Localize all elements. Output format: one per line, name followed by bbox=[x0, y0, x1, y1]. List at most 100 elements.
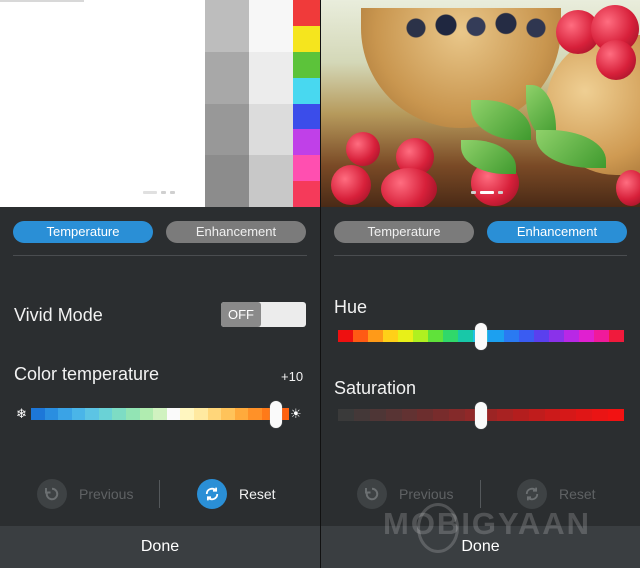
color-temperature-slider[interactable] bbox=[31, 408, 289, 420]
temperature-segment bbox=[234, 408, 249, 420]
berries-preview-image bbox=[321, 0, 640, 207]
reset-button[interactable]: Reset bbox=[197, 478, 276, 510]
hue-segment bbox=[503, 330, 519, 342]
saturation-segment bbox=[496, 409, 513, 421]
hue-segment bbox=[353, 330, 369, 342]
light-swatch bbox=[249, 155, 293, 207]
raspberry-image-part bbox=[616, 170, 640, 206]
vivid-mode-toggle[interactable]: OFF bbox=[221, 302, 306, 327]
page-indicator bbox=[143, 191, 175, 194]
hue-segment bbox=[428, 330, 444, 342]
action-separator bbox=[159, 480, 160, 508]
blueberries-image-part bbox=[401, 10, 551, 40]
color-temperature-label: Color temperature bbox=[14, 364, 160, 384]
saturation-segment bbox=[401, 409, 418, 421]
hue-segment bbox=[443, 330, 459, 342]
color-preview-chart bbox=[0, 0, 320, 207]
raspberry-image-part bbox=[346, 132, 380, 166]
color-swatch-column bbox=[293, 0, 320, 207]
page-dot bbox=[471, 191, 476, 194]
temperature-segment bbox=[71, 408, 86, 420]
saturation-segment bbox=[544, 409, 561, 421]
saturation-segment bbox=[369, 409, 386, 421]
raspberry-image-part bbox=[331, 165, 371, 205]
gray-swatch bbox=[205, 0, 249, 52]
color-swatch bbox=[293, 25, 320, 52]
light-swatch bbox=[249, 0, 293, 52]
saturation-slider-thumb[interactable] bbox=[475, 402, 487, 429]
page-dot bbox=[161, 191, 166, 194]
page-indicator bbox=[471, 191, 503, 194]
reset-label: Reset bbox=[239, 486, 276, 502]
temperature-segment bbox=[58, 408, 72, 420]
hue-segment bbox=[368, 330, 384, 342]
previous-label: Previous bbox=[79, 486, 134, 502]
temperature-segment bbox=[126, 408, 140, 420]
watermark: MOBIGYAAN bbox=[383, 500, 640, 553]
gray-swatch bbox=[205, 155, 249, 207]
undo-icon bbox=[37, 479, 67, 509]
hue-segment bbox=[458, 330, 474, 342]
preview-top-bar bbox=[0, 0, 84, 2]
color-swatch bbox=[293, 0, 320, 26]
previous-button[interactable]: Previous bbox=[37, 478, 133, 510]
saturation-segment bbox=[385, 409, 402, 421]
mint-leaf-image-part bbox=[461, 140, 516, 174]
saturation-segment bbox=[353, 409, 370, 421]
sun-icon: ☀ bbox=[290, 406, 302, 421]
saturation-segment bbox=[528, 409, 545, 421]
temperature-segment bbox=[180, 408, 194, 420]
color-swatch bbox=[293, 129, 320, 156]
toggle-knob: OFF bbox=[221, 302, 261, 327]
tab-enhancement[interactable]: Enhancement bbox=[487, 221, 627, 243]
hue-segment bbox=[488, 330, 504, 342]
saturation-segment bbox=[576, 409, 593, 421]
saturation-segment bbox=[608, 409, 624, 421]
hue-segment bbox=[563, 330, 579, 342]
refresh-icon bbox=[197, 479, 227, 509]
tab-temperature[interactable]: Temperature bbox=[13, 221, 153, 243]
saturation-segment bbox=[433, 409, 450, 421]
page-dot bbox=[498, 191, 503, 194]
hue-segment bbox=[518, 330, 534, 342]
vivid-mode-label: Vivid Mode bbox=[14, 305, 103, 325]
tab-enhancement[interactable]: Enhancement bbox=[166, 221, 306, 243]
hue-segment bbox=[398, 330, 414, 342]
temperature-segment bbox=[44, 408, 59, 420]
color-temperature-slider-thumb[interactable] bbox=[270, 401, 283, 428]
temperature-segment bbox=[153, 408, 167, 420]
color-swatch bbox=[293, 181, 320, 207]
color-swatch bbox=[293, 51, 320, 78]
enhancement-screen: Temperature Enhancement Hue Saturation P… bbox=[321, 0, 640, 568]
saturation-segment bbox=[592, 409, 609, 421]
tab-temperature[interactable]: Temperature bbox=[334, 221, 474, 243]
temperature-segment bbox=[98, 408, 113, 420]
done-button[interactable]: Done bbox=[0, 526, 320, 568]
hue-slider-thumb[interactable] bbox=[475, 323, 487, 350]
saturation-segment bbox=[512, 409, 529, 421]
gray-swatch bbox=[205, 51, 249, 104]
hue-segment bbox=[338, 330, 354, 342]
temperature-segment bbox=[248, 408, 262, 420]
page-dot-active bbox=[143, 191, 157, 194]
saturation-segment bbox=[338, 409, 354, 421]
hue-segment bbox=[533, 330, 549, 342]
hue-segment bbox=[593, 330, 609, 342]
color-swatch bbox=[293, 155, 320, 182]
light-swatch bbox=[249, 103, 293, 156]
temperature-segment bbox=[112, 408, 127, 420]
gray-swatch bbox=[205, 103, 249, 156]
color-swatch bbox=[293, 103, 320, 130]
hue-segment bbox=[383, 330, 399, 342]
saturation-label: Saturation bbox=[334, 378, 417, 398]
hue-segment bbox=[578, 330, 594, 342]
color-temperature-value: +10 bbox=[281, 369, 304, 384]
temperature-segment bbox=[31, 408, 45, 420]
light-swatch bbox=[249, 51, 293, 104]
gray-swatch-column bbox=[205, 0, 249, 207]
color-swatch bbox=[293, 77, 320, 104]
temperature-segment bbox=[166, 408, 181, 420]
hue-segment bbox=[548, 330, 564, 342]
hue-segment bbox=[608, 330, 624, 342]
saturation-segment bbox=[560, 409, 577, 421]
